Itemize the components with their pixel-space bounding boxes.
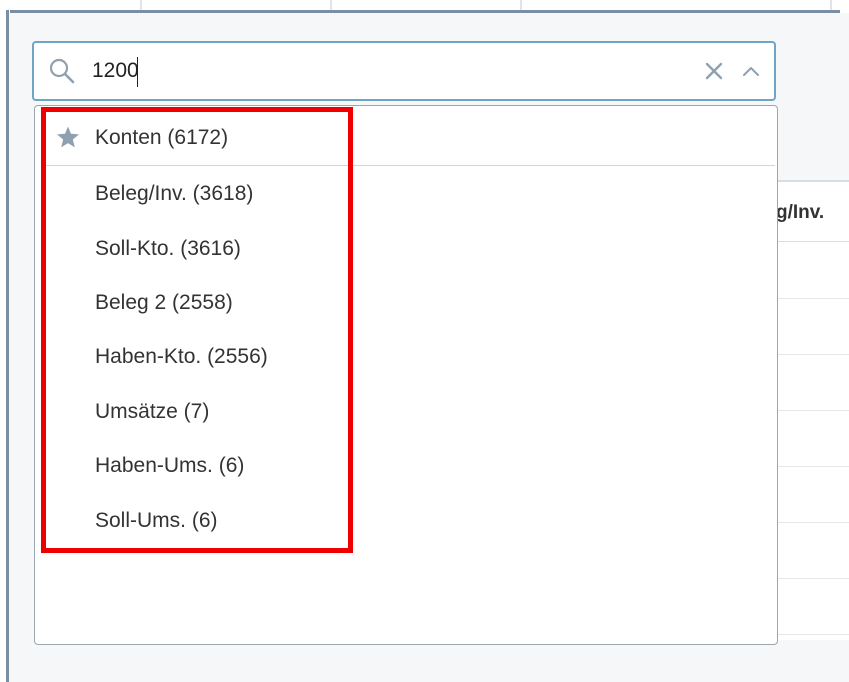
table-row-divider: [776, 466, 849, 467]
table-row-divider: [776, 522, 849, 523]
table-row-divider: [776, 410, 849, 411]
table-header: g/Inv.: [776, 180, 849, 242]
star-icon: [57, 126, 79, 148]
dropdown-item-soll-kto[interactable]: Soll-Kto. (3616): [95, 237, 241, 261]
dropdown-item-beleg-inv[interactable]: Beleg/Inv. (3618): [95, 182, 253, 206]
column-header-beleg-inv[interactable]: g/Inv.: [776, 202, 824, 224]
dropdown-header[interactable]: Konten (6172): [35, 106, 775, 166]
search-field[interactable]: [32, 41, 776, 101]
table-row-divider: [776, 354, 849, 355]
chevron-up-icon[interactable]: [740, 61, 762, 81]
table-row-divider: [776, 298, 849, 299]
dropdown-header-label: Konten (6172): [95, 126, 229, 149]
text-cursor: [137, 57, 138, 87]
dropdown-item-beleg-2[interactable]: Beleg 2 (2558): [95, 291, 233, 315]
dropdown-item-soll-ums[interactable]: Soll-Ums. (6): [95, 509, 218, 533]
dropdown-item-haben-kto[interactable]: Haben-Kto. (2556): [95, 345, 268, 369]
search-suggestions-dropdown: Konten (6172) Beleg/Inv. (3618) Soll-Kto…: [34, 105, 778, 645]
search-icon: [49, 58, 75, 84]
dropdown-item-umsaetze[interactable]: Umsätze (7): [95, 400, 209, 424]
dropdown-item-haben-ums[interactable]: Haben-Ums. (6): [95, 454, 244, 478]
search-input[interactable]: [92, 55, 652, 87]
clear-icon[interactable]: [702, 59, 726, 83]
table-row-divider: [776, 634, 849, 635]
table-row-divider: [776, 578, 849, 579]
dropdown-separator: [45, 165, 775, 166]
